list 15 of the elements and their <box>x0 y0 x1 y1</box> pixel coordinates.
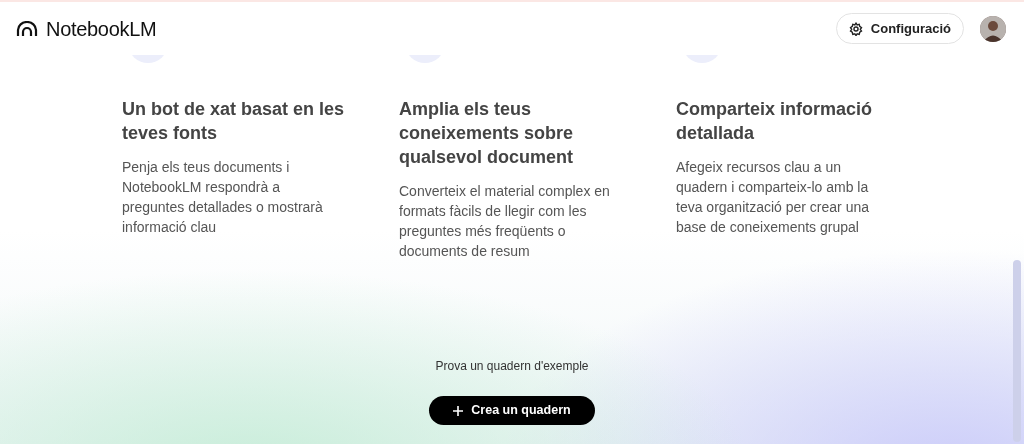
create-notebook-button[interactable]: Crea un quadern <box>429 396 595 425</box>
avatar[interactable] <box>980 15 1006 42</box>
feature-title: Un bot de xat basat en les teves fonts <box>122 98 346 145</box>
feature-title: Comparteix informació detallada <box>676 98 874 145</box>
app-logo[interactable]: NotebookLM <box>46 13 157 44</box>
feature-description: Penja els teus documents i NotebookLM respondrà a preguntes detallades o mostrarà informació clau <box>122 158 324 237</box>
feature-description: Converteix el material complex en formats fàcils de llegir com les preguntes més freqüents o documents de resum <box>399 182 611 261</box>
feature-description: Afegeix recursos clau a un quadern i comparteix-lo amb la teva organització per crear una base de coneixements grupal <box>676 158 870 237</box>
feature-title: Amplia els teus coneixements sobre qualsevol document <box>399 98 575 169</box>
plus-icon <box>453 405 464 416</box>
settings-button[interactable]: Configuració <box>835 12 964 45</box>
scrollbar[interactable] <box>1013 260 1021 442</box>
logo-icon <box>16 20 38 37</box>
settings-icon <box>848 21 863 36</box>
example-notebook-link[interactable]: Prova un quadern d'exemple <box>435 357 589 375</box>
